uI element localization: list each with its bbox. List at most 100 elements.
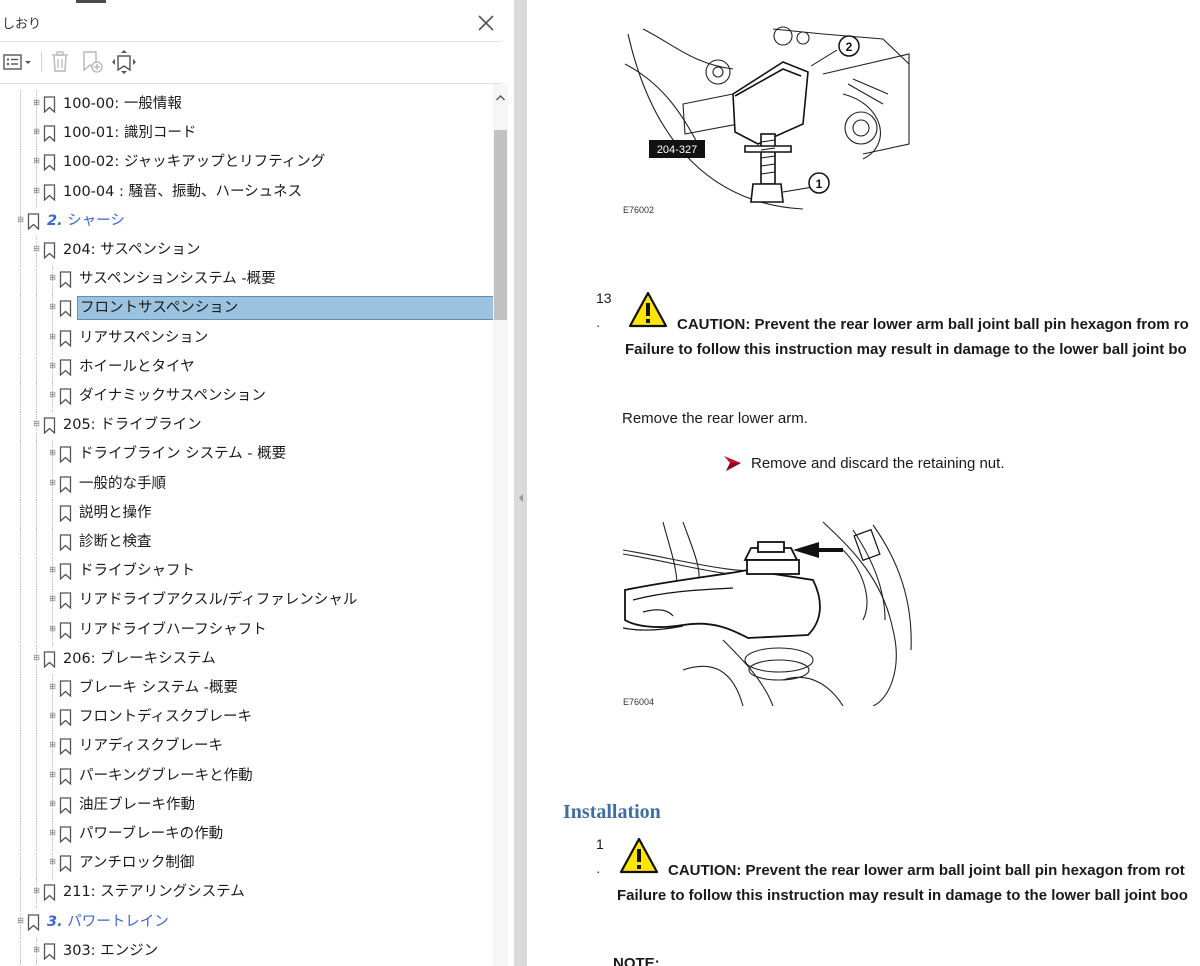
bookmark-label: リアディスクブレーキ <box>79 738 223 755</box>
expand-toggle-icon[interactable]: ⊞ <box>49 274 56 282</box>
bookmark-item[interactable]: ⊞ 303: エンジン <box>0 937 493 966</box>
caution-text: Failure to follow this instruction may r… <box>625 341 1187 358</box>
bookmark-item[interactable]: ⊞ パーキングブレーキと作動 <box>0 762 493 792</box>
bookmark-item[interactable]: ⊞ サスペンションシステム -概要 <box>0 266 493 296</box>
scrollbar-thumb[interactable] <box>494 130 507 320</box>
bookmark-item[interactable]: ⊟ 3. パワートレイン <box>0 908 493 938</box>
collapse-toggle-icon[interactable]: ⊟ <box>33 245 40 253</box>
expand-toggle-icon[interactable]: ⊞ <box>33 945 40 953</box>
bookmark-item[interactable]: ⊟ 205: ドライブライン <box>0 412 493 442</box>
bookmark-item[interactable]: ⊞ リアドライブハーフシャフト <box>0 616 493 646</box>
delete-bookmark-button[interactable] <box>49 50 71 74</box>
caution-text: Failure to follow this instruction may r… <box>617 887 1188 904</box>
bookmark-label: リアサスペンション <box>79 329 209 346</box>
expand-toggle-icon[interactable]: ⊞ <box>49 741 56 749</box>
bookmark-item[interactable]: ⊞ 油圧ブレーキ作動 <box>0 791 493 821</box>
new-bookmark-button[interactable] <box>80 50 106 74</box>
bookmark-scrollbar[interactable] <box>493 84 508 966</box>
bookmark-label: リアドライブハーフシャフト <box>79 621 267 638</box>
bookmark-label: サスペンションシステム -概要 <box>79 271 276 288</box>
tree-guide-line <box>20 762 22 792</box>
expand-toggle-icon[interactable]: ⊞ <box>49 449 56 457</box>
bookmark-label: 3. パワートレイン <box>45 910 171 934</box>
expand-toggle-icon[interactable]: ⊞ <box>49 683 56 691</box>
tree-guide-line <box>36 675 38 704</box>
bookmark-item[interactable]: ⊞ リアサスペンション <box>0 324 493 354</box>
collapse-toggle-icon[interactable]: ⊟ <box>33 653 40 661</box>
bookmark-item[interactable]: ⊞ 一般的な手順 <box>0 470 493 500</box>
bookmark-icon <box>59 505 72 522</box>
options-button[interactable] <box>2 50 34 74</box>
bookmark-item[interactable]: ⊞ 100-02: ジャッキアップとリフティング <box>0 149 493 179</box>
caution-text: CAUTION: Prevent the rear lower arm ball… <box>677 316 1189 333</box>
bookmark-icon <box>43 651 56 668</box>
bookmark-icon <box>59 767 72 785</box>
bookmark-item[interactable]: ⊟ 2. シャーシ <box>0 207 493 237</box>
tree-guide-line <box>20 675 22 704</box>
expand-toggle-icon[interactable]: ⊞ <box>49 829 56 837</box>
substep-text: Remove and discard the retaining nut. <box>751 455 1005 472</box>
figure-code: E76002 <box>623 205 655 215</box>
bookmark-item[interactable]: ⊞ アンチロック制御 <box>0 850 493 880</box>
bookmark-item[interactable]: ⊞ パワーブレーキの作動 <box>0 821 493 850</box>
expand-toggle-icon[interactable]: ⊞ <box>49 361 56 369</box>
bookmark-icon <box>43 125 56 143</box>
section-number: 2. <box>47 212 63 229</box>
expand-toggle-icon[interactable]: ⊞ <box>49 332 56 340</box>
bookmark-item[interactable]: 説明と操作 <box>0 499 493 529</box>
expand-toggle-icon[interactable]: ⊞ <box>49 566 56 574</box>
bookmark-item[interactable]: ⊞ 100-04 : 騒音、振動、ハーシュネス <box>0 178 493 208</box>
expand-toggle-icon[interactable]: ⊞ <box>49 478 56 486</box>
tree-guide-line <box>20 383 22 412</box>
panel-splitter[interactable] <box>514 0 527 966</box>
expand-toggle-icon[interactable]: ⊞ <box>33 128 40 136</box>
expand-toggle-icon[interactable]: ⊞ <box>49 391 56 399</box>
bookmark-item[interactable]: ⊞ ブレーキ システム -概要 <box>0 675 493 704</box>
bookmark-label: フロントディスクブレーキ <box>79 709 252 726</box>
collapse-toggle-icon[interactable]: ⊟ <box>17 215 24 223</box>
bookmark-item[interactable]: ⊟ 204: サスペンション <box>0 237 493 266</box>
bookmark-item[interactable]: ⊞ ドライブシャフト <box>0 558 493 588</box>
bookmark-item[interactable]: ⊞ フロントディスクブレーキ <box>0 704 493 734</box>
caution-text: CAUTION: Prevent the rear lower arm ball… <box>668 862 1185 879</box>
expand-toggle-icon[interactable]: ⊞ <box>33 99 40 107</box>
tree-guide-line <box>20 529 22 558</box>
bookmark-icon <box>27 913 40 931</box>
bookmark-item[interactable]: ⊞ ホイールとタイヤ <box>0 353 493 383</box>
bookmark-item[interactable]: ⊞ リアディスクブレーキ <box>0 733 493 763</box>
expand-toggle-icon[interactable]: ⊞ <box>33 186 40 194</box>
bookmark-item[interactable]: ⊞ 100-01: 識別コード <box>0 120 493 150</box>
scroll-up-button[interactable] <box>493 90 508 104</box>
bookmark-item[interactable]: ⊞ ダイナミックサスペンション <box>0 383 493 412</box>
bookmark-item[interactable]: ⊞ フロントサスペンション <box>0 295 493 325</box>
expand-toggle-icon[interactable]: ⊞ <box>49 595 56 603</box>
expand-bookmark-button[interactable] <box>112 50 138 74</box>
bookmark-item[interactable]: ⊞ 100-00: 一般情報 <box>0 91 493 120</box>
collapse-toggle-icon[interactable]: ⊟ <box>17 916 24 924</box>
expand-toggle-icon[interactable]: ⊞ <box>49 303 56 311</box>
close-button[interactable] <box>474 11 498 35</box>
tree-guide-line <box>36 295 38 325</box>
expand-toggle-icon[interactable]: ⊞ <box>49 858 56 866</box>
bookmark-label: 100-02: ジャッキアップとリフティング <box>63 154 326 171</box>
close-icon <box>478 15 494 31</box>
tree-guide-line <box>20 850 22 880</box>
expand-toggle-icon[interactable]: ⊞ <box>49 770 56 778</box>
bookmark-item[interactable]: 診断と検査 <box>0 529 493 558</box>
bookmarks-panel: しおり ⊞ 100-00: 一般情報 ⊞ 100-01: 識別コード ⊞ 100… <box>0 0 514 966</box>
bookmark-item[interactable]: ⊞ 211: ステアリングシステム <box>0 879 493 909</box>
tree-guide-line <box>36 470 38 500</box>
panel-title: しおり <box>2 17 42 32</box>
expand-toggle-icon[interactable]: ⊞ <box>33 157 40 165</box>
bookmark-item[interactable]: ⊟ 206: ブレーキシステム <box>0 645 493 675</box>
bookmark-item[interactable]: ⊞ リアドライブアクスル/ディファレンシャル <box>0 587 493 617</box>
bookmark-item[interactable]: ⊞ ドライブライン システム - 概要 <box>0 441 493 471</box>
expand-toggle-icon[interactable]: ⊞ <box>49 712 56 720</box>
section-title: パワートレイン <box>62 913 169 930</box>
collapse-toggle-icon[interactable]: ⊟ <box>33 420 40 428</box>
bookmark-icon <box>59 534 72 551</box>
expand-toggle-icon[interactable]: ⊞ <box>49 799 56 807</box>
bookmark-label: 100-00: 一般情報 <box>63 96 182 112</box>
expand-toggle-icon[interactable]: ⊞ <box>33 887 40 895</box>
expand-toggle-icon[interactable]: ⊞ <box>49 624 56 632</box>
